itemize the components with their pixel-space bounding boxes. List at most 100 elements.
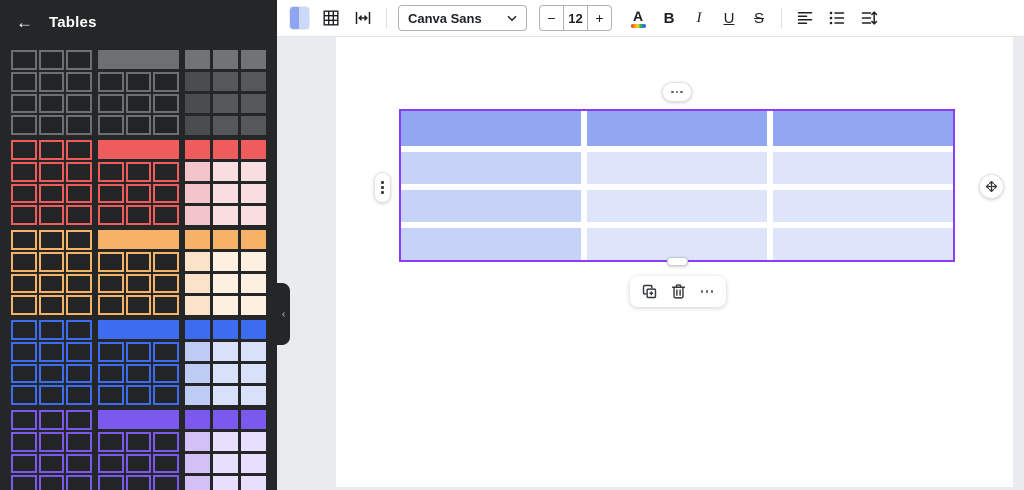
template-cell <box>126 385 152 405</box>
template-cell <box>185 184 210 203</box>
table-template-blue-filled[interactable] <box>185 320 266 405</box>
table-template-blue-outlined[interactable] <box>11 320 92 405</box>
table-template-red-filled[interactable] <box>185 140 266 225</box>
font-size-value[interactable]: 12 <box>563 6 588 30</box>
template-cell <box>11 50 37 70</box>
canvas-table[interactable] <box>399 109 955 262</box>
table-template-orange-header[interactable] <box>98 230 179 315</box>
table-cell[interactable] <box>401 111 581 146</box>
template-cell <box>39 184 65 204</box>
move-handle[interactable] <box>979 174 1004 199</box>
template-cell <box>126 252 152 272</box>
template-cell <box>11 72 37 92</box>
font-size-decrease-button[interactable]: − <box>540 6 563 30</box>
back-button[interactable]: ← <box>14 12 35 33</box>
font-family-select[interactable]: Canva Sans <box>398 5 527 31</box>
template-cell <box>213 230 238 249</box>
template-cell <box>185 476 210 490</box>
cell-spacing-icon <box>354 9 372 27</box>
template-header-bar <box>98 320 179 339</box>
toolbar-divider <box>386 8 387 28</box>
table-color-button[interactable] <box>285 4 313 32</box>
template-cell <box>11 274 37 294</box>
cell-spacing-button[interactable] <box>349 4 377 32</box>
table-template-red-outlined[interactable] <box>11 140 92 225</box>
row-resize-handle[interactable] <box>667 257 688 266</box>
template-cell <box>213 410 238 429</box>
bullet-list-icon <box>828 9 846 27</box>
template-cell <box>241 206 266 225</box>
template-cell <box>213 476 238 490</box>
template-cell <box>213 206 238 225</box>
template-cell <box>185 72 210 91</box>
alignment-button[interactable] <box>791 4 819 32</box>
template-cell <box>39 115 65 135</box>
template-cell <box>66 115 92 135</box>
table-template-gray-filled[interactable] <box>185 50 266 135</box>
back-icon: ← <box>16 13 33 32</box>
template-cell <box>126 205 152 225</box>
template-cell <box>66 162 92 182</box>
table-template-blue-header[interactable] <box>98 320 179 405</box>
table-cell[interactable] <box>587 228 767 260</box>
line-spacing-button[interactable] <box>855 4 883 32</box>
template-cell <box>126 342 152 362</box>
table-template-red-header[interactable] <box>98 140 179 225</box>
row-drag-handle[interactable] <box>374 172 391 203</box>
strikethrough-button[interactable]: S <box>746 4 772 32</box>
table-cell[interactable] <box>401 190 581 222</box>
tables-panel: ← Tables ‹ <box>0 0 277 490</box>
font-size-increase-button[interactable]: + <box>588 6 611 30</box>
template-cell <box>185 432 210 451</box>
table-template-purple-header[interactable] <box>98 410 179 490</box>
template-cell <box>153 274 179 294</box>
table-template-purple-outlined[interactable] <box>11 410 92 490</box>
template-cell <box>39 410 65 430</box>
table-template-orange-outlined[interactable] <box>11 230 92 315</box>
bold-button[interactable]: B <box>656 4 682 32</box>
more-options-button[interactable] <box>694 279 720 305</box>
template-cell <box>66 385 92 405</box>
template-cell <box>153 385 179 405</box>
delete-button[interactable] <box>665 279 691 305</box>
panel-collapse-tab[interactable]: ‹ <box>277 283 290 345</box>
template-cell <box>11 320 37 340</box>
table-cell[interactable] <box>773 152 953 184</box>
template-cell <box>153 454 179 474</box>
table-template-gray-outlined[interactable] <box>11 50 92 135</box>
table-cell[interactable] <box>773 111 953 146</box>
template-cell <box>185 320 210 339</box>
underline-button[interactable]: U <box>716 4 742 32</box>
text-color-button[interactable]: A <box>624 4 652 32</box>
table-cell[interactable] <box>587 111 767 146</box>
column-options-handle[interactable] <box>662 82 692 102</box>
template-cell <box>66 205 92 225</box>
table-cell[interactable] <box>773 190 953 222</box>
template-cell <box>98 184 124 204</box>
table-template-purple-filled[interactable] <box>185 410 266 490</box>
table-grid-button[interactable] <box>317 4 345 32</box>
table-cell[interactable] <box>587 190 767 222</box>
template-cell <box>213 116 238 135</box>
template-cell <box>66 410 92 430</box>
table-cell[interactable] <box>773 228 953 260</box>
template-cell <box>241 72 266 91</box>
bullet-list-button[interactable] <box>823 4 851 32</box>
table-cell[interactable] <box>401 152 581 184</box>
italic-button[interactable]: I <box>686 4 712 32</box>
template-cell <box>126 364 152 384</box>
template-cell <box>66 50 92 70</box>
duplicate-button[interactable] <box>636 279 662 305</box>
table-template-orange-filled[interactable] <box>185 230 266 315</box>
template-cell <box>98 205 124 225</box>
template-cell <box>241 296 266 315</box>
template-cell <box>213 296 238 315</box>
template-cell <box>241 94 266 113</box>
table-cell[interactable] <box>587 152 767 184</box>
table-template-gray-header[interactable] <box>98 50 179 135</box>
template-cell <box>11 252 37 272</box>
template-cell <box>153 295 179 315</box>
table-cell[interactable] <box>401 228 581 260</box>
template-cell <box>66 230 92 250</box>
template-cell <box>11 432 37 452</box>
